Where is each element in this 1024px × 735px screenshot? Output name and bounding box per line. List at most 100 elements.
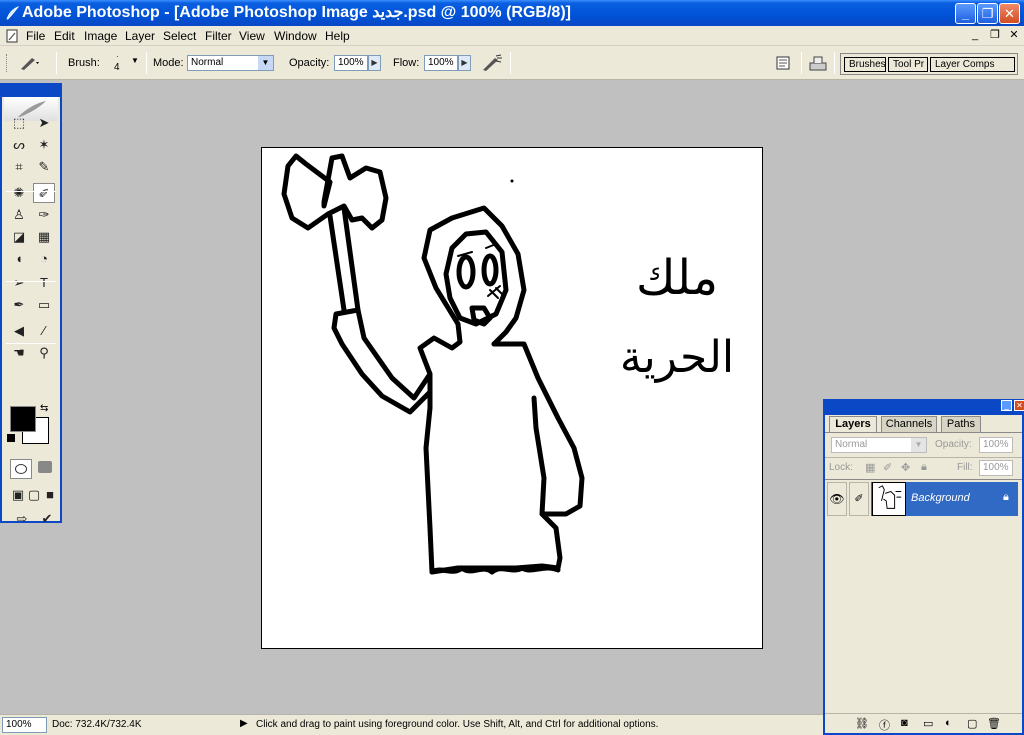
trash-icon[interactable]: 🗑︎ — [987, 717, 1001, 730]
gradient-tool-button[interactable]: ▦ — [33, 227, 55, 247]
standard-mode-button[interactable] — [10, 459, 32, 479]
new-group-icon[interactable]: ▭ — [923, 717, 933, 730]
quick-mask-button[interactable] — [34, 459, 56, 479]
doc-restore-button[interactable]: ❐ — [988, 29, 1002, 42]
layer-visibility-toggle[interactable]: 👁︎ — [827, 482, 847, 516]
stitch-stroke — [487, 285, 503, 299]
layer-link-toggle[interactable]: ✐ — [849, 482, 869, 516]
flow-slider-button[interactable]: ▶ — [458, 55, 471, 71]
dodge-tool-button[interactable]: ◔ — [33, 249, 55, 269]
tab-paths[interactable]: Paths — [941, 416, 981, 432]
imageready-icon: ⇨ — [16, 511, 28, 526]
eyedropper-tool-icon: ⁄ — [42, 323, 46, 338]
link-layers-icon[interactable]: ⛓︎ — [855, 717, 869, 730]
mode-select[interactable]: Normal ▼ — [187, 55, 274, 71]
move-tool-button[interactable]: ➤ — [33, 113, 55, 133]
swap-colors-icon[interactable]: ⇆ — [40, 403, 48, 414]
rectangle-tool-button[interactable]: ▭ — [33, 295, 55, 315]
layer-style-icon[interactable]: ⓕ — [879, 717, 890, 733]
brush-tool-button[interactable]: ✐ — [33, 183, 55, 203]
menu-filter[interactable]: Filter — [203, 28, 234, 44]
menu-view[interactable]: View — [237, 28, 267, 44]
jump-to-imageready-button[interactable]: ⇨ — [10, 509, 34, 529]
palette-well-tab-layer-comps[interactable]: Layer Comps — [930, 57, 1015, 72]
hand-tool-icon: ☚ — [13, 345, 25, 360]
magic-wand-tool-button[interactable]: ✶ — [33, 135, 55, 155]
arm-stroke — [331, 307, 463, 415]
lock-transparency-icon[interactable]: ▦ — [865, 461, 875, 474]
opacity-slider-button[interactable]: ▶ — [368, 55, 381, 71]
menu-edit[interactable]: Edit — [52, 28, 77, 44]
thumbnail-image-icon — [878, 485, 902, 509]
palette-well-tab-brushes[interactable]: Brushes — [844, 57, 886, 72]
menu-image[interactable]: Image — [82, 28, 119, 44]
lock-position-icon[interactable]: ✥ — [901, 461, 910, 474]
eraser-tool-button[interactable]: ◪ — [8, 227, 30, 247]
close-button[interactable]: ✕ — [999, 3, 1020, 24]
tab-layers[interactable]: Layers — [829, 416, 877, 432]
lock-image-icon[interactable]: ✐ — [883, 461, 892, 474]
layer-opacity-input[interactable]: 100% — [979, 437, 1013, 453]
layer-mask-icon[interactable]: ◙ — [901, 717, 908, 729]
lock-all-icon[interactable]: 🔒︎ — [921, 461, 927, 474]
toggle-palettes-icon[interactable] — [808, 53, 828, 73]
options-separator — [801, 52, 802, 74]
history-brush-tool-button[interactable]: ✑ — [33, 205, 55, 225]
screen-mode-full-button[interactable]: ■ — [39, 485, 61, 505]
opacity-input[interactable]: 100% — [334, 55, 368, 71]
pen-tool-icon: ✒ — [13, 297, 25, 312]
menu-layer[interactable]: Layer — [123, 28, 157, 44]
foreground-color-swatch[interactable] — [10, 406, 36, 432]
layers-palette[interactable]: _ ✕ Layers Channels Paths Normal ▼ Opaci… — [823, 399, 1024, 735]
hand-tool-button[interactable]: ☚ — [8, 343, 30, 363]
restore-button[interactable]: ❐ — [977, 3, 998, 24]
doc-close-button[interactable]: ✕ — [1007, 29, 1021, 42]
airbrush-icon[interactable] — [480, 53, 504, 73]
brush-dot-icon: · — [116, 52, 119, 61]
marquee-tool-button[interactable]: ⬚ — [8, 113, 30, 133]
crop-tool-button[interactable]: ⌗ — [8, 157, 30, 177]
notes-tool-button[interactable]: ◀ — [8, 321, 30, 341]
zoom-tool-button[interactable]: ⚲ — [33, 343, 55, 363]
clone-stamp-tool-button[interactable]: ♙ — [8, 205, 30, 225]
new-layer-icon[interactable]: ▢ — [967, 717, 977, 730]
doc-minimize-button[interactable]: _ — [968, 29, 982, 42]
status-bar: 100% Doc: 732.4K/732.4K ▶ Click and drag… — [0, 714, 823, 735]
options-grip[interactable] — [6, 54, 9, 72]
layer-thumbnail — [872, 482, 906, 516]
pen-tool-button[interactable]: ✒ — [8, 295, 30, 315]
brush-size-picker[interactable]: · 4 ▼ — [108, 52, 139, 76]
tab-channels[interactable]: Channels — [881, 416, 937, 432]
zoom-level-input[interactable]: 100% — [2, 717, 47, 733]
menu-select[interactable]: Select — [161, 28, 198, 44]
palette-well-tab-tool-presets[interactable]: Tool Pr — [888, 57, 928, 72]
path-selection-tool-button[interactable]: ➢ — [8, 273, 30, 293]
slice-tool-button[interactable]: ✎ — [33, 157, 55, 177]
blend-mode-select[interactable]: Normal ▼ — [831, 437, 927, 453]
fill-input[interactable]: 100% — [979, 460, 1013, 476]
status-menu-arrow-icon[interactable]: ▶ — [240, 718, 248, 729]
brush-preset-icon[interactable] — [18, 54, 40, 72]
default-colors-icon[interactable] — [7, 434, 15, 442]
healing-brush-tool-button[interactable]: ✺ — [8, 183, 30, 203]
file-browser-icon[interactable] — [775, 55, 791, 71]
flow-input[interactable]: 100% — [424, 55, 458, 71]
blur-tool-button[interactable]: ◖ — [8, 249, 30, 269]
layer-row-background[interactable]: Background 🔒︎ — [871, 482, 1018, 516]
menu-help[interactable]: Help — [323, 28, 352, 44]
palette-minimize-icon[interactable]: _ — [1001, 400, 1012, 411]
palette-close-icon[interactable]: ✕ — [1014, 400, 1024, 411]
edit-in-imageready-button[interactable]: ✔ — [36, 509, 58, 529]
document-canvas[interactable]: ملك الحرية — [261, 147, 763, 649]
type-tool-button[interactable]: T — [33, 273, 55, 293]
minimize-button[interactable]: _ — [955, 3, 976, 24]
arabic-title-line2: الحرية — [619, 332, 735, 383]
menu-file[interactable]: File — [24, 28, 47, 44]
eyedropper-tool-button[interactable]: ⁄ — [33, 321, 55, 341]
notes-tool-icon: ◀ — [14, 323, 24, 338]
lasso-tool-button[interactable]: ᔕ — [8, 135, 30, 155]
adjustment-layer-icon[interactable]: ◐ — [945, 717, 952, 729]
brush-label: Brush: — [68, 57, 100, 69]
menu-window[interactable]: Window — [272, 28, 319, 44]
toolbox-panel[interactable]: ⬚ ➤ ᔕ ✶ ⌗ ✎ ✺ ✐ ♙ ✑ ◪ ▦ ◖ ◔ ➢ T ✒ ▭ ◀ ⁄ ☚ ⚲ ⇆ ▣ ▢ ■ ⇨ ✔ — [0, 83, 62, 526]
